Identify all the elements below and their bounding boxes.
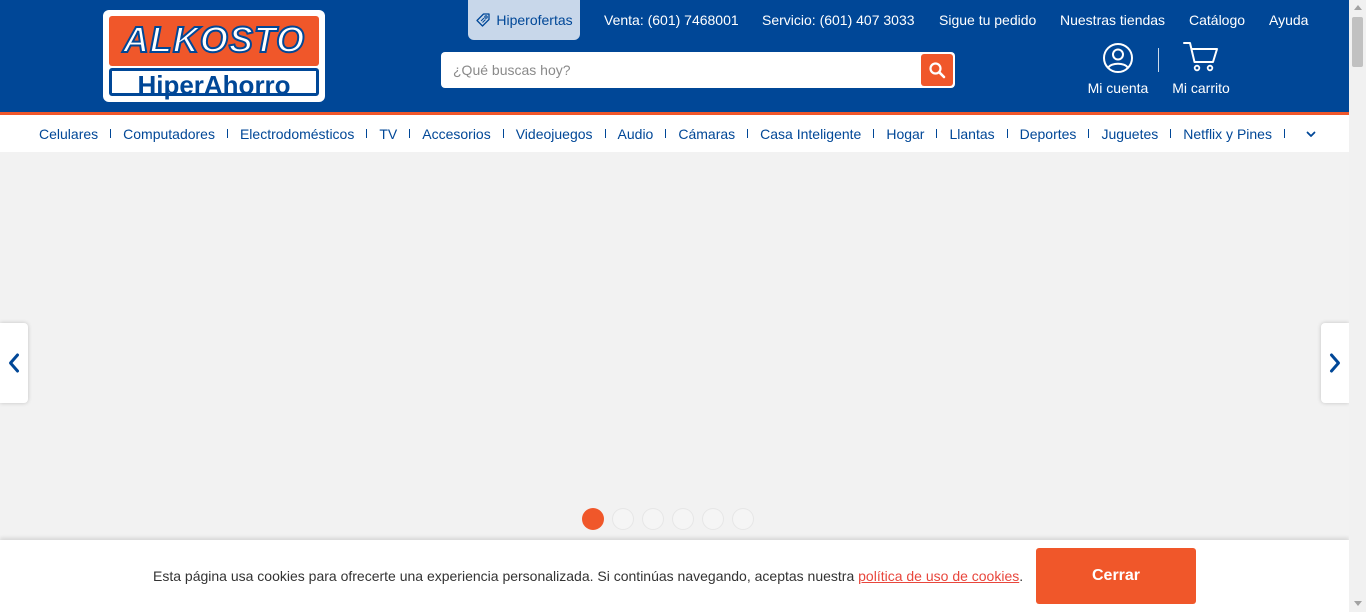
category-separator [1283, 129, 1285, 138]
search-button[interactable] [921, 54, 953, 86]
carousel-dot[interactable] [612, 508, 634, 530]
category-label: Videojuegos [515, 125, 593, 142]
category-label: Computadores [123, 125, 215, 142]
cookie-close-button[interactable]: Cerrar [1036, 548, 1196, 604]
category-item[interactable]: Hogar [874, 125, 938, 142]
cart-label: Mi carrito [1172, 80, 1230, 96]
category-nav: Celulares Computadores Electrodomésticos TV… [0, 115, 1349, 152]
hiperofertas-label: Hiperofertas [496, 12, 573, 28]
category-label: TV [379, 125, 398, 142]
help-link[interactable]: Ayuda [1269, 12, 1308, 28]
logo-bottom-text: HiperAhorro [137, 70, 291, 100]
alkosto-logo[interactable]: ALKOSTO HiperAhorro [103, 10, 325, 102]
cookie-message-suffix: . [1019, 568, 1024, 584]
category-label: Hogar [886, 125, 925, 142]
category-item[interactable]: Celulares [27, 125, 112, 142]
category-item[interactable]: Electrodomésticos [228, 125, 368, 142]
category-item[interactable]: Casa Inteligente [748, 125, 875, 142]
carousel-dot[interactable] [732, 508, 754, 530]
logo-top-text: ALKOSTO [122, 18, 306, 61]
category-label: Cámaras [678, 125, 736, 142]
category-label: Accesorios [422, 125, 491, 142]
chevron-left-icon [9, 353, 19, 373]
cookie-banner: Esta página usa cookies para ofrecerte u… [0, 540, 1349, 612]
cart-link[interactable]: Mi carrito [1166, 40, 1236, 98]
carousel-dot[interactable] [672, 508, 694, 530]
carousel-dot[interactable] [702, 508, 724, 530]
category-label: Llantas [949, 125, 995, 142]
logo-bottom-panel: HiperAhorro [109, 68, 319, 100]
scroll-up-arrow[interactable] [1354, 5, 1362, 10]
search-icon [929, 62, 946, 79]
category-item[interactable]: Cámaras [666, 125, 749, 142]
chevron-down-icon[interactable] [1302, 125, 1320, 143]
service-phone-link[interactable]: Servicio: (601) 407 3033 [762, 12, 915, 28]
scrollbar-thumb[interactable] [1352, 17, 1363, 67]
page-scrollbar[interactable] [1349, 0, 1366, 612]
search-bar [441, 52, 955, 88]
category-item[interactable]: Llantas [937, 125, 1008, 142]
sales-phone-link[interactable]: Venta: (601) 7468001 [604, 12, 739, 28]
category-list: Celulares Computadores Electrodomésticos TV… [27, 115, 1285, 152]
category-label: Electrodomésticos [239, 125, 355, 142]
site-header: ALKOSTO HiperAhorro Hiperofertas Venta: … [0, 0, 1349, 112]
header-divider [1158, 48, 1159, 72]
category-item[interactable]: Accesorios [410, 125, 504, 142]
carousel-dots [582, 508, 754, 530]
category-item[interactable]: TV [367, 125, 411, 142]
category-item[interactable]: Audio [606, 126, 667, 142]
cookie-policy-link[interactable]: política de uso de cookies [858, 568, 1019, 584]
category-label: Netflix y Pines [1183, 125, 1272, 142]
cookie-message: Esta página usa cookies para ofrecerte u… [153, 568, 1023, 584]
carousel-prev-button[interactable] [0, 323, 28, 403]
tag-icon [476, 13, 491, 27]
cookie-message-text: Esta página usa cookies para ofrecerte u… [153, 568, 859, 584]
page: ALKOSTO HiperAhorro Hiperofertas Venta: … [0, 0, 1366, 612]
category-item[interactable]: Videojuegos [504, 126, 606, 142]
carousel-dot-active[interactable] [582, 508, 604, 530]
category-item[interactable]: Deportes [1008, 126, 1090, 142]
category-label: Casa Inteligente [760, 125, 862, 142]
logo-top-panel: ALKOSTO [109, 16, 319, 66]
scroll-down-arrow[interactable] [1354, 601, 1362, 606]
chevron-right-icon [1330, 353, 1340, 373]
category-item[interactable]: Juguetes [1089, 125, 1172, 142]
track-order-link[interactable]: Sigue tu pedido [939, 12, 1036, 28]
category-label: Deportes [1019, 125, 1077, 142]
user-circle-icon [1103, 43, 1133, 73]
hero-carousel [0, 152, 1349, 540]
stores-link[interactable]: Nuestras tiendas [1060, 12, 1165, 28]
account-label: Mi cuenta [1087, 80, 1149, 96]
account-link[interactable]: Mi cuenta [1082, 42, 1154, 98]
shopping-cart-icon [1183, 42, 1218, 72]
category-label: Juguetes [1101, 125, 1159, 142]
carousel-dot[interactable] [642, 508, 664, 530]
category-label: Celulares [39, 125, 99, 142]
catalog-link[interactable]: Catálogo [1189, 12, 1245, 28]
category-item[interactable]: Netflix y Pines [1171, 126, 1285, 142]
carousel-next-button[interactable] [1321, 323, 1349, 403]
category-label: Audio [617, 125, 654, 142]
category-item[interactable]: Computadores [111, 126, 228, 142]
hiperofertas-link[interactable]: Hiperofertas [468, 0, 580, 40]
search-input[interactable] [453, 60, 913, 80]
